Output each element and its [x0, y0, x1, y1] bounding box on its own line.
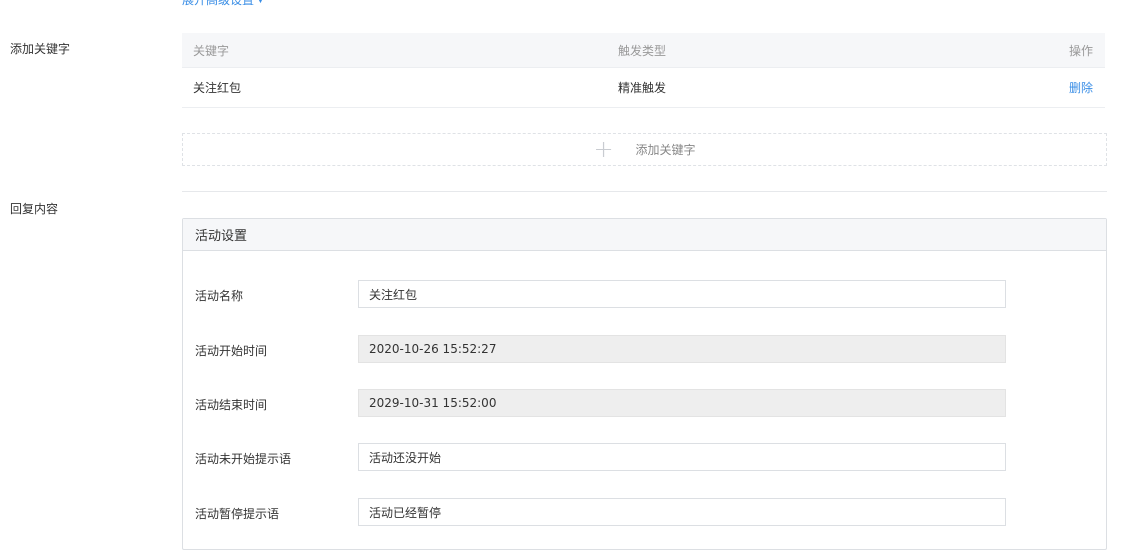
- keyword-cell: 关注红包: [193, 81, 242, 95]
- not-started-message-input[interactable]: [358, 443, 1006, 471]
- trigger-type-cell: 精准触发: [618, 81, 667, 95]
- add-keyword-section-label: 添加关键字: [10, 42, 71, 56]
- activity-name-label: 活动名称: [195, 289, 244, 303]
- end-time-label: 活动结束时间: [195, 398, 268, 412]
- activity-settings-panel: 活动设置 活动名称 活动开始时间 活动结束时间 活动未开始提示语 活动暂停提示语: [182, 218, 1107, 550]
- end-time-input: [358, 389, 1006, 417]
- not-started-message-label: 活动未开始提示语: [195, 452, 292, 466]
- form-row-end-time: 活动结束时间: [183, 389, 1106, 419]
- expand-advanced-label: 展开高级设置: [182, 0, 255, 7]
- column-header-keyword: 关键字: [193, 43, 230, 58]
- form-row-not-started-message: 活动未开始提示语: [183, 443, 1106, 473]
- column-header-trigger-type: 触发类型: [618, 43, 667, 58]
- paused-message-input[interactable]: [358, 498, 1006, 526]
- activity-settings-panel-title: 活动设置: [183, 219, 1106, 251]
- keyword-table-header: 关键字 触发类型 操作: [182, 33, 1105, 68]
- form-row-activity-name: 活动名称: [183, 280, 1106, 310]
- column-header-action: 操作: [1068, 43, 1093, 58]
- table-row: 关注红包 精准触发 删除: [182, 68, 1105, 108]
- start-time-input: [358, 335, 1006, 363]
- expand-advanced-settings-link[interactable]: 展开高级设置 ▼: [182, 0, 264, 8]
- activity-name-input[interactable]: [358, 280, 1006, 308]
- plus-icon: +: [593, 134, 614, 163]
- reply-content-section-label: 回复内容: [10, 202, 59, 216]
- add-keyword-label: 添加关键字: [635, 143, 696, 157]
- form-row-paused-message: 活动暂停提示语: [183, 498, 1106, 528]
- delete-keyword-link[interactable]: 删除: [1069, 81, 1093, 95]
- keyword-table: 关键字 触发类型 操作 关注红包 精准触发 删除: [182, 33, 1105, 108]
- section-divider: [182, 191, 1107, 192]
- paused-message-label: 活动暂停提示语: [195, 507, 280, 521]
- chevron-down-icon: ▼: [257, 0, 264, 5]
- add-keyword-button[interactable]: + 添加关键字: [182, 133, 1107, 166]
- form-row-start-time: 活动开始时间: [183, 335, 1106, 365]
- start-time-label: 活动开始时间: [195, 344, 268, 358]
